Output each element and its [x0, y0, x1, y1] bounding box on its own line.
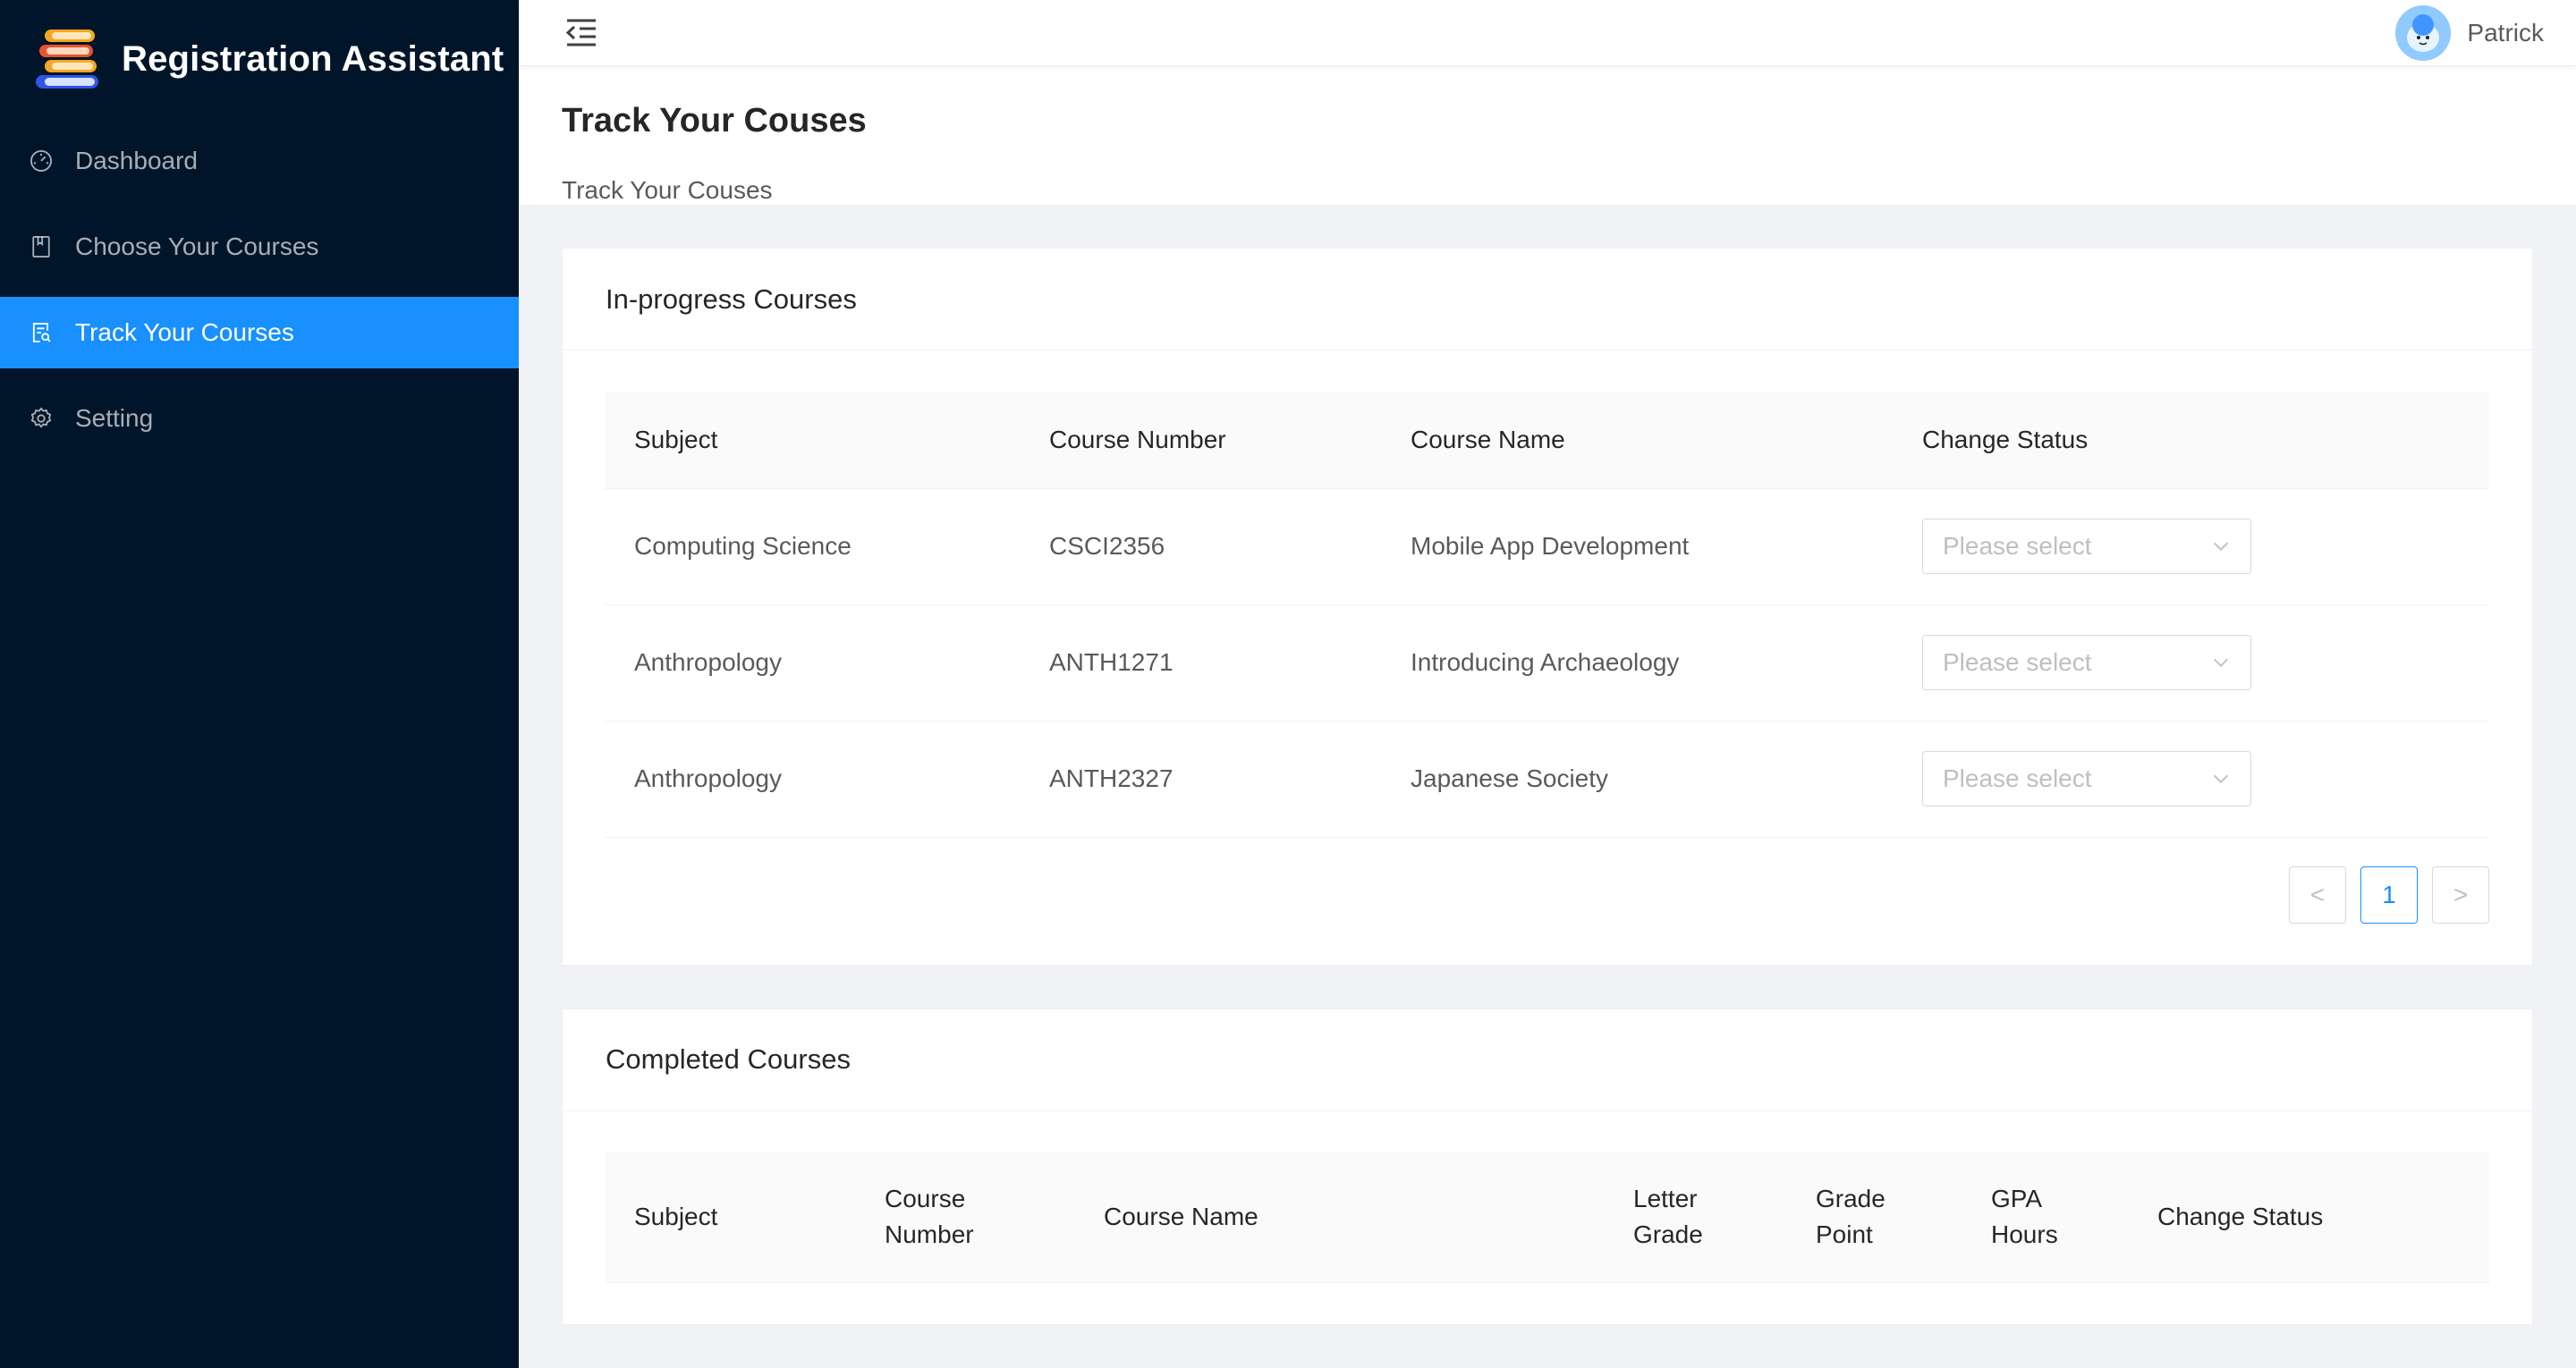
sidebar-item-track-courses[interactable]: Track Your Courses: [0, 297, 519, 368]
chevron-down-icon: [2214, 774, 2228, 783]
select-placeholder: Please select: [1943, 764, 2092, 792]
sidebar-item-label: Choose Your Courses: [75, 232, 319, 260]
cell-course-name: Mobile App Development: [1382, 488, 1894, 605]
table-header-row: Subject Course Number Course Name Letter…: [606, 1152, 2489, 1283]
sidebar-item-label: Track Your Courses: [75, 318, 294, 346]
table-row: Computing Science CSCI2356 Mobile App De…: [606, 488, 2489, 605]
column-header[interactable]: Course Name: [1382, 392, 1894, 489]
status-select[interactable]: Please select: [1922, 519, 2251, 574]
page-subtitle: Track Your Couses: [562, 176, 773, 204]
user-menu[interactable]: Patrick: [2395, 4, 2544, 61]
main-area: Patrick Track Your Couses Track Your Cou…: [519, 0, 2576, 1368]
file-search-icon: [29, 320, 54, 345]
column-header[interactable]: Change Status: [1894, 392, 2489, 489]
card-header: Completed Courses: [563, 1009, 2532, 1111]
status-select[interactable]: Please select: [1922, 751, 2251, 806]
column-header[interactable]: Subject: [606, 392, 1021, 489]
column-header[interactable]: GPA Hours: [1962, 1152, 2129, 1283]
username: Patrick: [2467, 18, 2544, 46]
chevron-down-icon: [2214, 542, 2228, 551]
completed-table: Subject Course Number Course Name Letter…: [606, 1152, 2489, 1283]
avatar: [2395, 4, 2452, 61]
cell-course-name: Introducing Archaeology: [1382, 604, 1894, 722]
column-header[interactable]: Course Name: [1075, 1152, 1605, 1283]
cell-change-status: Please select: [1894, 721, 2489, 838]
select-placeholder: Please select: [1943, 648, 2092, 676]
brand[interactable]: Registration Assistant: [0, 0, 519, 118]
cell-course-number: CSCI2356: [1021, 488, 1382, 605]
pagination: < 1 >: [606, 866, 2489, 924]
cell-course-name: Japanese Society: [1382, 721, 1894, 838]
table-row: Anthropology ANTH1271 Introducing Archae…: [606, 604, 2489, 722]
gear-icon: [29, 406, 54, 431]
page-title: Track Your Couses: [562, 102, 867, 139]
sidebar-item-label: Dashboard: [75, 147, 198, 174]
books-logo-icon: [36, 30, 98, 89]
table-row: Anthropology ANTH2327 Japanese Society P…: [606, 721, 2489, 838]
sidebar-item-dashboard[interactable]: Dashboard: [0, 125, 519, 197]
column-header[interactable]: Course Number: [1021, 392, 1382, 489]
app-root: Registration Assistant Dashboard Choose …: [0, 0, 2576, 1368]
column-header[interactable]: Change Status: [2129, 1152, 2489, 1283]
inprogress-table: Subject Course Number Course Name Change…: [606, 392, 2489, 838]
dashboard-icon: [29, 148, 54, 173]
column-header[interactable]: Letter Grade: [1605, 1152, 1787, 1283]
sidebar-item-setting[interactable]: Setting: [0, 383, 519, 454]
inprogress-card: In-progress Courses Subject Course Numbe…: [562, 248, 2533, 966]
sidebar: Registration Assistant Dashboard Choose …: [0, 0, 519, 1368]
sidebar-item-choose-courses[interactable]: Choose Your Courses: [0, 211, 519, 283]
cell-course-number: ANTH2327: [1021, 721, 1382, 838]
cell-subject: Computing Science: [606, 488, 1021, 605]
menu-fold-icon[interactable]: [562, 13, 601, 53]
card-header: In-progress Courses: [563, 249, 2532, 350]
column-header[interactable]: Grade Point: [1787, 1152, 1962, 1283]
card-body: Subject Course Number Course Name Letter…: [563, 1111, 2532, 1325]
cell-subject: Anthropology: [606, 721, 1021, 838]
select-placeholder: Please select: [1943, 532, 2092, 560]
column-header[interactable]: Subject: [606, 1152, 856, 1283]
table-header-row: Subject Course Number Course Name Change…: [606, 392, 2489, 489]
chevron-down-icon: [2214, 658, 2228, 667]
prev-page-button[interactable]: <: [2289, 866, 2346, 924]
column-header[interactable]: Course Number: [856, 1152, 1075, 1283]
cell-course-number: ANTH1271: [1021, 604, 1382, 722]
sidebar-menu: Dashboard Choose Your Courses Track Your…: [0, 125, 519, 454]
sidebar-item-label: Setting: [75, 404, 154, 432]
status-select[interactable]: Please select: [1922, 635, 2251, 690]
page-number-button[interactable]: 1: [2360, 866, 2418, 924]
content: In-progress Courses Subject Course Numbe…: [519, 205, 2576, 1368]
cell-change-status: Please select: [1894, 488, 2489, 605]
page-header: Track Your Couses Track Your Couses: [519, 65, 2576, 205]
app-title: Registration Assistant: [122, 38, 504, 79]
card-title: In-progress Courses: [606, 283, 857, 315]
cell-subject: Anthropology: [606, 604, 1021, 722]
card-body: Subject Course Number Course Name Change…: [563, 350, 2532, 965]
card-title: Completed Courses: [606, 1043, 851, 1075]
completed-card: Completed Courses Subject Course Number: [562, 1008, 2533, 1325]
book-icon: [29, 234, 54, 259]
next-page-button[interactable]: >: [2432, 866, 2489, 924]
cell-change-status: Please select: [1894, 604, 2489, 722]
top-header: Patrick: [519, 0, 2576, 65]
